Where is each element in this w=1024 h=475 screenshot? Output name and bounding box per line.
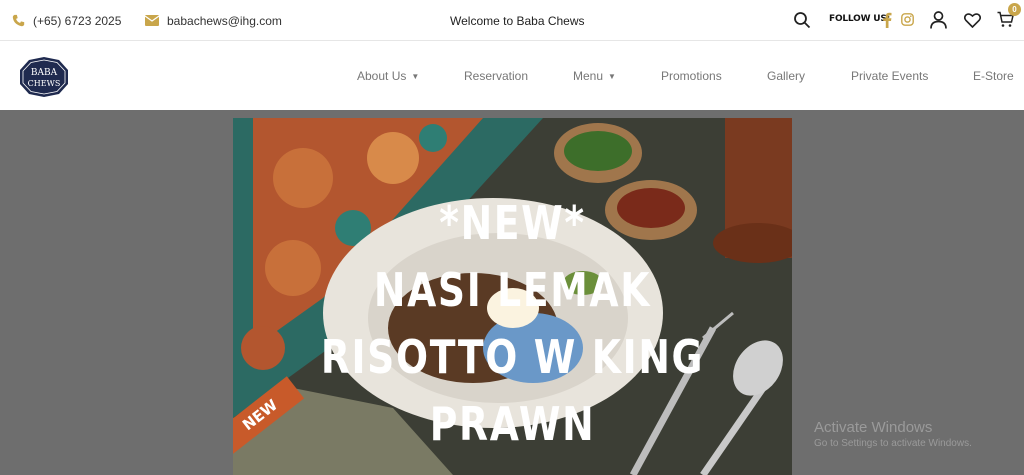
- phone-contact[interactable]: (+65) 6723 2025: [12, 0, 121, 41]
- instagram-icon[interactable]: [901, 13, 914, 26]
- hero-line-2: NASI LEMAK: [373, 263, 652, 317]
- hero-line-3: RISOTTO W KING: [320, 330, 705, 384]
- hero-line-4: PRAWN: [429, 397, 596, 451]
- hero-headline: *NEW* NASI LEMAK RISOTTO W KING PRAWN: [233, 190, 792, 458]
- nav-promotions[interactable]: Promotions: [661, 42, 722, 110]
- nav-gallery[interactable]: Gallery: [767, 42, 805, 110]
- email-address: babachews@ihg.com: [167, 13, 282, 28]
- chevron-down-icon: ▼: [608, 71, 616, 81]
- wishlist-heart-icon[interactable]: [963, 13, 982, 29]
- email-contact[interactable]: babachews@ihg.com: [145, 0, 282, 41]
- envelope-icon: [145, 15, 159, 26]
- user-account-icon[interactable]: [930, 11, 947, 29]
- logo-text-line1: BABA: [31, 68, 58, 78]
- nav-reservation[interactable]: Reservation: [464, 42, 528, 110]
- hero-line-1: *NEW*: [439, 196, 586, 250]
- nav-about-us[interactable]: About Us ▼: [357, 42, 419, 110]
- welcome-text: Welcome to Baba Chews: [450, 13, 585, 28]
- search-icon[interactable]: [793, 11, 811, 29]
- follow-us-label: FOLLOW US:: [829, 14, 891, 24]
- nav-about-us-label: About Us: [357, 69, 407, 83]
- chevron-down-icon: ▼: [411, 71, 420, 81]
- nav-menu[interactable]: Menu ▼: [573, 42, 616, 110]
- nav-e-store[interactable]: E-Store: [973, 42, 1014, 110]
- cart-count-badge: 0: [1008, 3, 1021, 16]
- phone-icon: [12, 14, 25, 27]
- main-navigation: BABA CHEWS About Us ▼ Reservation Menu ▼…: [0, 42, 1024, 110]
- nav-menu-label: Menu: [573, 69, 604, 83]
- logo-text-line2: CHEWS: [28, 79, 61, 88]
- baba-chews-logo[interactable]: BABA CHEWS: [19, 56, 69, 98]
- facebook-icon[interactable]: [882, 12, 892, 28]
- watermark-subtitle: Go to Settings to activate Windows.: [814, 438, 972, 449]
- activate-windows-watermark: Activate Windows Go to Settings to activ…: [814, 419, 972, 449]
- top-bar: (+65) 6723 2025 babachews@ihg.com Welcom…: [0, 0, 1024, 41]
- nav-private-events[interactable]: Private Events: [851, 42, 928, 110]
- watermark-title: Activate Windows: [814, 419, 933, 436]
- promo-popup-image[interactable]: NEW *NEW* NASI LEMAK RISOTTO W KING PRAW…: [233, 118, 792, 475]
- phone-number: (+65) 6723 2025: [33, 13, 122, 28]
